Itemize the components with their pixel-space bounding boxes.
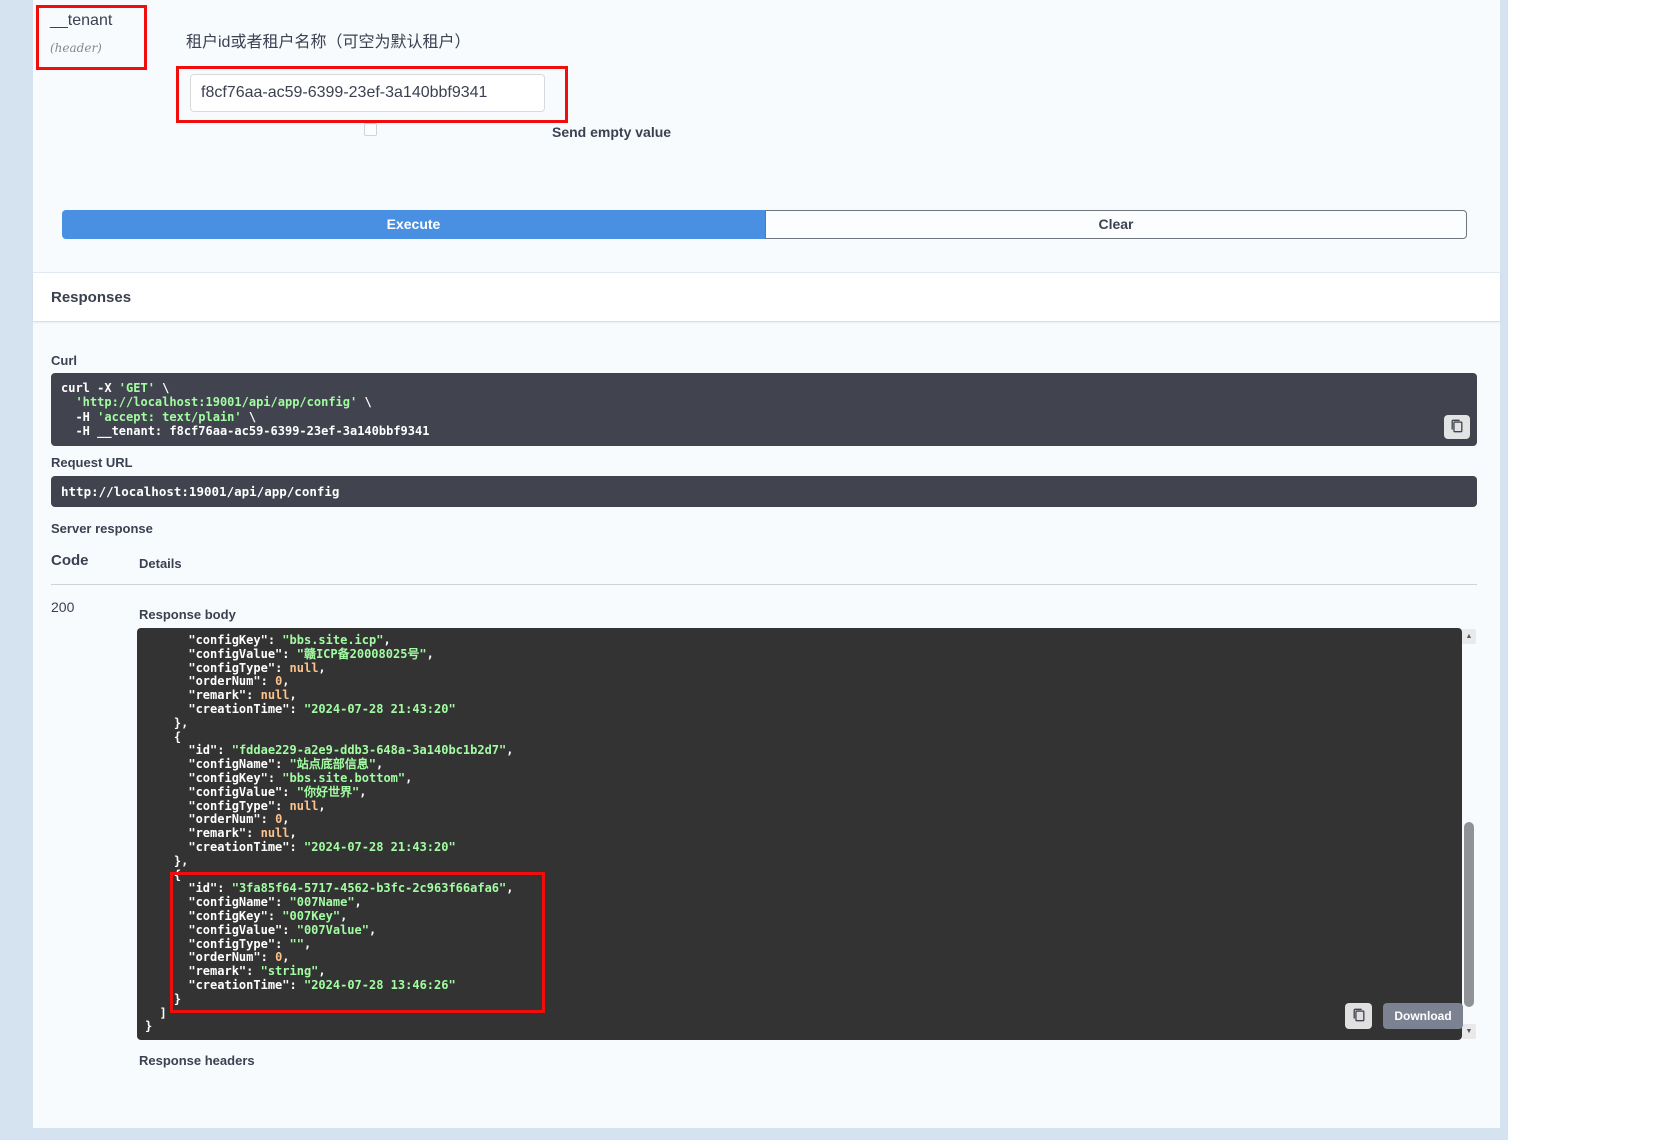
parameter-location: (header) xyxy=(50,41,102,55)
code-line: "configValue": "你好世界", xyxy=(145,786,1434,800)
code-line: "remark": null, xyxy=(145,689,1434,703)
code-line: "configValue": "赣ICP备20008025号", xyxy=(145,648,1434,662)
curl-code: curl -X 'GET' \ 'http://localhost:19001/… xyxy=(51,373,1477,446)
code-line: }, xyxy=(145,855,1434,869)
code-line: "configKey": "bbs.site.icp", xyxy=(145,634,1434,648)
scrollbar-up-arrow-icon[interactable]: ▲ xyxy=(1462,629,1476,644)
code-column-header: Code xyxy=(51,552,89,569)
clipboard-icon xyxy=(1352,1008,1366,1025)
code-line: "creationTime": "2024-07-28 21:43:20" xyxy=(145,703,1434,717)
responses-title: Responses xyxy=(51,289,131,306)
code-line: "configType": "", xyxy=(145,938,1434,952)
code-line: } xyxy=(145,1020,1434,1034)
scrollbar-down-arrow-icon[interactable]: ▼ xyxy=(1462,1024,1476,1039)
parameter-description: 租户id或者租户名称（可空为默认租户） xyxy=(186,28,470,52)
responses-section-header xyxy=(33,272,1500,322)
copy-curl-button[interactable] xyxy=(1444,415,1470,439)
details-column-header: Details xyxy=(139,556,182,571)
clear-button[interactable]: Clear xyxy=(765,210,1467,239)
code-line: { xyxy=(145,869,1434,883)
code-line: "remark": null, xyxy=(145,827,1434,841)
code-line: } xyxy=(145,993,1434,1007)
execute-button[interactable]: Execute xyxy=(62,210,765,239)
code-line: -H 'accept: text/plain' \ xyxy=(61,410,1437,424)
send-empty-value-checkbox[interactable] xyxy=(364,123,377,136)
download-button[interactable]: Download xyxy=(1383,1003,1463,1029)
response-scrollbar: ▲ ▼ xyxy=(1462,629,1476,1039)
code-line: { xyxy=(145,731,1434,745)
response-body-label: Response body xyxy=(139,607,236,622)
code-line: "remark": "string", xyxy=(145,965,1434,979)
scrollbar-thumb[interactable] xyxy=(1464,822,1474,1007)
server-response-label: Server response xyxy=(51,521,153,536)
swagger-page: __tenant (header) 租户id或者租户名称（可空为默认租户） Se… xyxy=(0,0,1667,1140)
status-code: 200 xyxy=(51,599,74,615)
curl-label: Curl xyxy=(51,353,77,368)
code-line: "orderNum": 0, xyxy=(145,951,1434,965)
parameter-name: __tenant xyxy=(50,12,112,30)
code-line: "orderNum": 0, xyxy=(145,813,1434,827)
code-line: "configType": null, xyxy=(145,662,1434,676)
code-line: "configKey": "007Key", xyxy=(145,910,1434,924)
code-line: "id": "3fa85f64-5717-4562-b3fc-2c963f66a… xyxy=(145,882,1434,896)
request-url-label: Request URL xyxy=(51,455,133,470)
code-line: curl -X 'GET' \ xyxy=(61,381,1437,395)
send-empty-value-label: Send empty value xyxy=(552,124,671,140)
code-line: 'http://localhost:19001/api/app/config' … xyxy=(61,395,1437,409)
table-divider xyxy=(51,584,1477,585)
code-line: "configType": null, xyxy=(145,800,1434,814)
tenant-input[interactable] xyxy=(190,74,545,112)
code-line: "configKey": "bbs.site.bottom", xyxy=(145,772,1434,786)
clipboard-icon xyxy=(1450,419,1464,436)
code-line: "configName": "站点底部信息", xyxy=(145,758,1434,772)
code-line: }, xyxy=(145,717,1434,731)
code-line: "creationTime": "2024-07-28 21:43:20" xyxy=(145,841,1434,855)
code-line: ] xyxy=(145,1007,1434,1021)
code-line: "configName": "007Name", xyxy=(145,896,1434,910)
code-line: -H __tenant: f8cf76aa-ac59-6399-23ef-3a1… xyxy=(61,424,1437,438)
code-line: "creationTime": "2024-07-28 13:46:26" xyxy=(145,979,1434,993)
code-line: "configValue": "007Value", xyxy=(145,924,1434,938)
response-body-code: "configKey": "bbs.site.icp", "configValu… xyxy=(137,628,1462,1040)
code-line: "orderNum": 0, xyxy=(145,675,1434,689)
copy-response-button[interactable] xyxy=(1345,1003,1372,1029)
request-url-value: http://localhost:19001/api/app/config xyxy=(51,476,1477,507)
response-headers-label: Response headers xyxy=(139,1053,255,1068)
